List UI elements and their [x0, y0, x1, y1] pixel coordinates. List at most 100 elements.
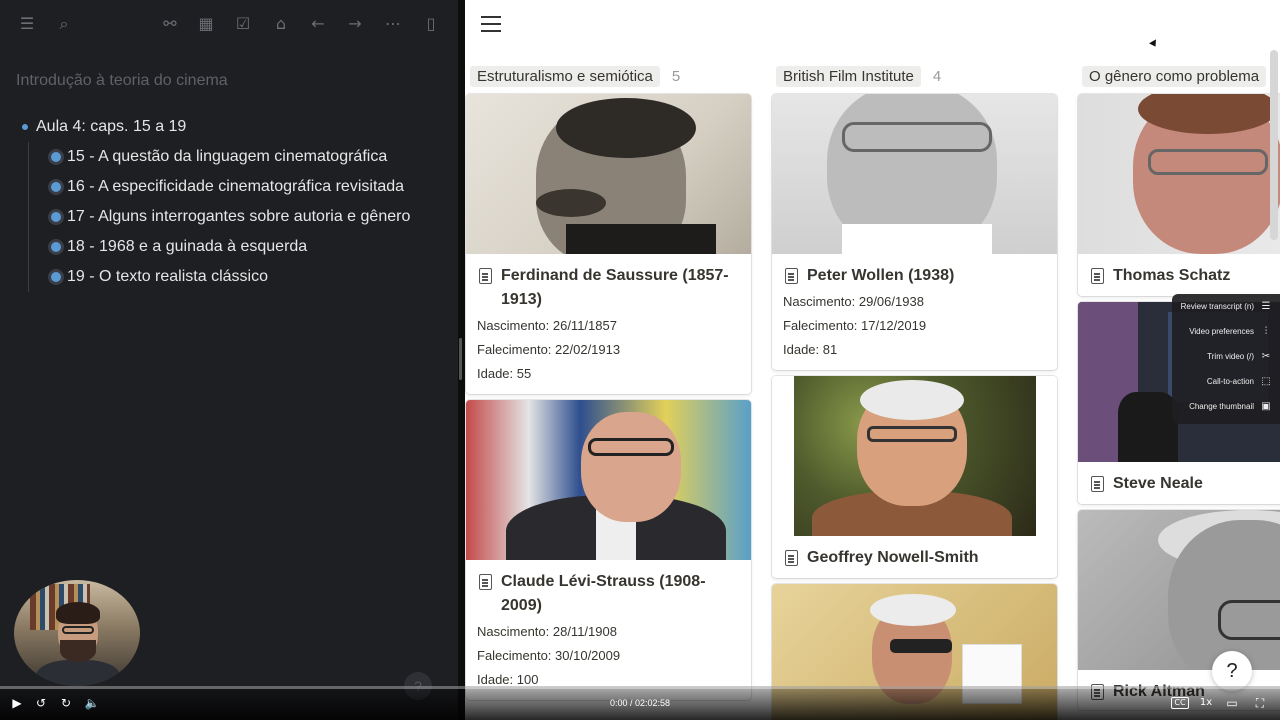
outline-item[interactable]: 19 - O texto realista clássico	[51, 262, 452, 292]
board-card[interactable]: Geoffrey Nowell-Smith	[772, 376, 1057, 578]
presenter-hair	[56, 602, 100, 624]
help-button[interactable]: ?	[1212, 651, 1252, 691]
presenter-beard	[60, 640, 96, 662]
outline-item[interactable]: 15 - A questão da linguagem cinematográf…	[51, 142, 452, 172]
calendar-icon[interactable]: ▦	[196, 14, 216, 34]
sliders-icon: ⫶	[1264, 325, 1268, 337]
collapsed-bullet-icon[interactable]	[51, 242, 61, 252]
card-property: Idade: 55	[477, 366, 532, 381]
menu-item-label: Call-to-action	[1206, 377, 1254, 386]
outline-item[interactable]: 18 - 1968 e a guinada à esquerda	[51, 232, 452, 262]
screen: ☰ ⌕ ⚯ ▦ ☑ ⌂ ← → ⋯ ▯ Introdução à teoria …	[0, 0, 1280, 720]
transcript-icon: ☰	[1261, 300, 1271, 312]
home-icon[interactable]: ⌂	[271, 14, 291, 34]
menu-icon[interactable]: ☰	[17, 14, 37, 34]
outline-item[interactable]: 16 - A especificidade cinematográfica re…	[51, 172, 452, 202]
card-cover-image	[772, 94, 1057, 254]
column-count: 4	[932, 67, 942, 85]
collapsed-bullet-icon[interactable]	[51, 272, 61, 282]
play-icon[interactable]: ▶	[10, 696, 24, 710]
menu-icon[interactable]	[481, 16, 501, 32]
column-header[interactable]: Estruturalismo e semiótica 5	[466, 64, 751, 88]
card-cover-image	[772, 376, 1057, 536]
playback-time: 0:00 / 02:02:58	[609, 698, 671, 708]
presenter-glasses	[62, 626, 94, 634]
outline-parent[interactable]: Aula 4: caps. 15 a 19	[22, 112, 452, 142]
video-player-bar: ▶ ↺ ↻ 🔈 0:00 / 02:02:58 CC 1x ▭ ⛶	[0, 686, 1280, 720]
progress-bar[interactable]	[0, 686, 1280, 689]
captions-button[interactable]: CC	[1171, 697, 1189, 709]
theater-mode-icon[interactable]: ▭	[1224, 696, 1240, 710]
call-to-action-item[interactable]: Call-to-action ⬚	[1172, 369, 1280, 394]
column-header[interactable]: O gênero como problema	[1078, 64, 1280, 88]
outline-item[interactable]: 17 - Alguns interrogantes sobre autoria …	[51, 202, 452, 232]
mouse-cursor-icon	[1149, 39, 1159, 49]
checkbox-icon[interactable]: ☑	[233, 14, 253, 34]
search-icon[interactable]: ⌕	[54, 14, 74, 34]
card-property: Falecimento: 22/02/1913	[477, 342, 621, 357]
trim-video-item[interactable]: Trim video (/) ✂	[1172, 344, 1280, 369]
page-icon	[479, 268, 492, 284]
board-card[interactable]: Claude Lévi-Strauss (1908-2009) Nascimen…	[466, 400, 751, 700]
board-column: British Film Institute 4 Peter Wollen (1…	[772, 64, 1057, 720]
card-cover-image	[466, 94, 751, 254]
rewind-icon[interactable]: ↺	[34, 696, 48, 710]
menu-item-label: Video preferences	[1189, 327, 1254, 336]
outline-panel: ☰ ⌕ ⚯ ▦ ☑ ⌂ ← → ⋯ ▯ Introdução à teoria …	[0, 0, 458, 720]
outline-item-label: 18 - 1968 e a guinada à esquerda	[67, 238, 308, 255]
card-title: Peter Wollen (1938)	[772, 254, 1057, 294]
board-card[interactable]: Thomas Schatz	[1078, 94, 1280, 296]
more-icon[interactable]: ⋯	[383, 14, 403, 34]
outline-item-label: 15 - A questão da linguagem cinematográf…	[67, 148, 388, 165]
playback-speed-button[interactable]: 1x	[1197, 696, 1215, 710]
review-transcript-item[interactable]: Review transcript (n) ☰	[1172, 294, 1280, 319]
page-icon	[479, 574, 492, 590]
outline-item-label: 17 - Alguns interrogantes sobre autoria …	[67, 208, 411, 225]
arrow-left-icon[interactable]: ←	[308, 14, 328, 34]
card-title: Steve Neale	[1078, 462, 1280, 504]
page-icon	[785, 550, 798, 566]
board-card[interactable]: Ferdinand de Saussure (1857-1913) Nascim…	[466, 94, 751, 394]
card-title-text: Peter Wollen (1938)	[807, 267, 955, 284]
page-icon	[1091, 268, 1104, 284]
column-title: British Film Institute	[776, 65, 921, 87]
card-title: Ferdinand de Saussure (1857-1913)	[466, 254, 751, 318]
cursor-click-icon: ⬚	[1261, 375, 1271, 387]
column-header[interactable]: British Film Institute 4	[772, 64, 1057, 88]
board-card[interactable]: Peter Wollen (1938) Nascimento: 29/06/19…	[772, 94, 1057, 370]
card-cover-image	[1078, 510, 1280, 670]
fullscreen-icon[interactable]: ⛶	[1252, 696, 1268, 710]
column-title: O gênero como problema	[1082, 65, 1267, 87]
card-property: Nascimento: 29/06/1938	[783, 294, 924, 309]
webcam-bubble[interactable]	[14, 580, 140, 686]
collapsed-bullet-icon[interactable]	[51, 182, 61, 192]
sidebar-icon[interactable]: ▯	[421, 14, 441, 34]
resize-handle[interactable]	[459, 338, 462, 380]
video-preferences-item[interactable]: Video preferences ⫶	[1172, 319, 1280, 344]
volume-icon[interactable]: 🔈	[84, 696, 100, 710]
change-thumbnail-item[interactable]: Change thumbnail ▣	[1172, 394, 1280, 419]
board-panel: Estruturalismo e semiótica 5 Ferdinand d…	[465, 0, 1280, 720]
card-cover-image	[1078, 94, 1280, 254]
card-title-text: Claude Lévi-Strauss (1908-2009)	[501, 573, 706, 614]
card-property: Nascimento: 28/11/1908	[477, 624, 617, 639]
page-title[interactable]: Introdução à teoria do cinema	[16, 72, 228, 90]
card-cover-image	[466, 400, 751, 560]
bullet-icon[interactable]	[22, 124, 28, 130]
card-title-text: Geoffrey Nowell-Smith	[807, 549, 979, 566]
column-count: 5	[671, 67, 681, 85]
card-property: Falecimento: 17/12/2019	[783, 318, 927, 333]
image-icon: ▣	[1261, 400, 1271, 412]
graph-icon[interactable]: ⚯	[160, 14, 180, 34]
card-property: Nascimento: 26/11/1857	[477, 318, 617, 333]
card-title: Claude Lévi-Strauss (1908-2009)	[466, 560, 751, 624]
collapsed-bullet-icon[interactable]	[51, 212, 61, 222]
arrow-right-icon[interactable]: →	[345, 14, 365, 34]
left-toolbar: ☰ ⌕ ⚯ ▦ ☑ ⌂ ← → ⋯ ▯	[0, 0, 458, 48]
scissors-icon: ✂	[1261, 350, 1271, 362]
scrollbar-thumb[interactable]	[1270, 50, 1278, 240]
card-title: Thomas Schatz	[1078, 254, 1280, 296]
forward-icon[interactable]: ↻	[59, 696, 73, 710]
collapsed-bullet-icon[interactable]	[51, 152, 61, 162]
presenter-shirt	[36, 660, 120, 686]
